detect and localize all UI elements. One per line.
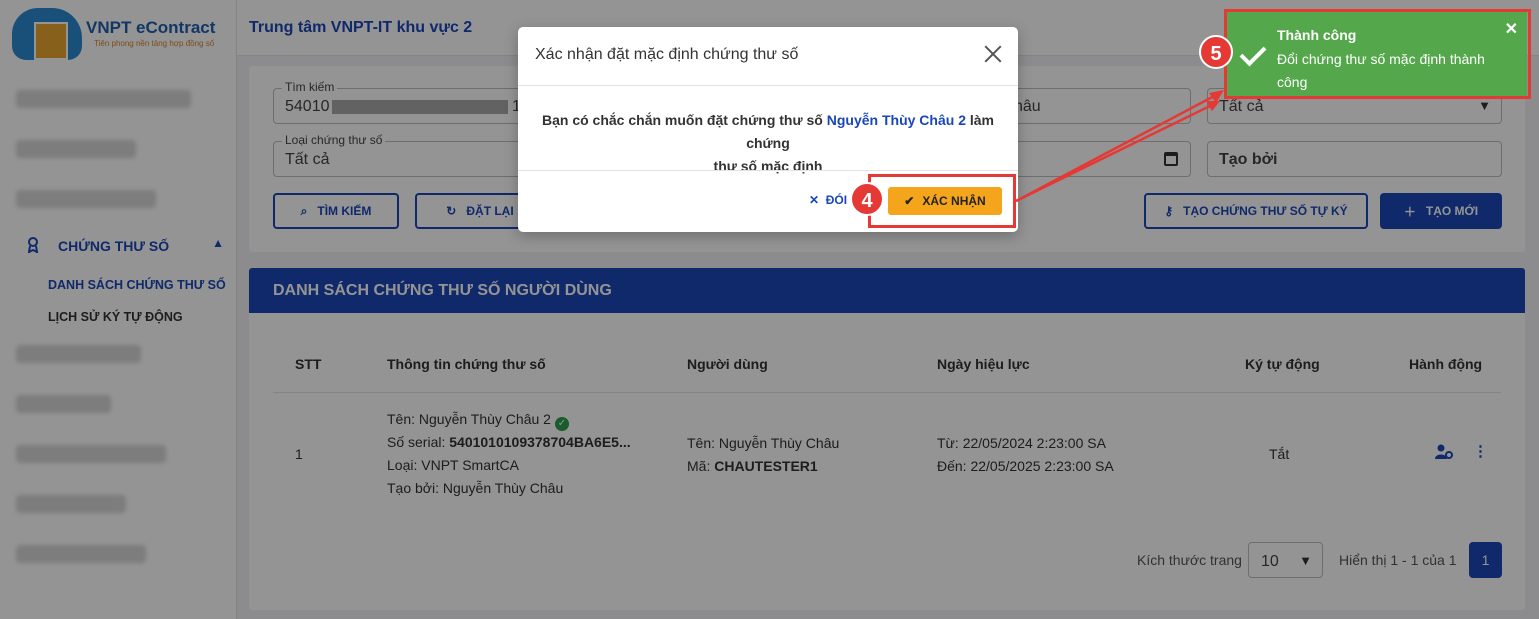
success-toast: Thành công Đổi chứng thư số mặc định thà… bbox=[1227, 12, 1527, 96]
step-badge-5: 5 bbox=[1199, 35, 1233, 69]
toast-message: Đổi chứng thư số mặc định thành công bbox=[1277, 51, 1485, 90]
toast-close-icon[interactable]: ✕ bbox=[1505, 19, 1518, 39]
toast-title: Thành công bbox=[1277, 27, 1357, 43]
success-check-icon bbox=[1239, 39, 1267, 67]
arrow-line bbox=[1015, 102, 1215, 203]
